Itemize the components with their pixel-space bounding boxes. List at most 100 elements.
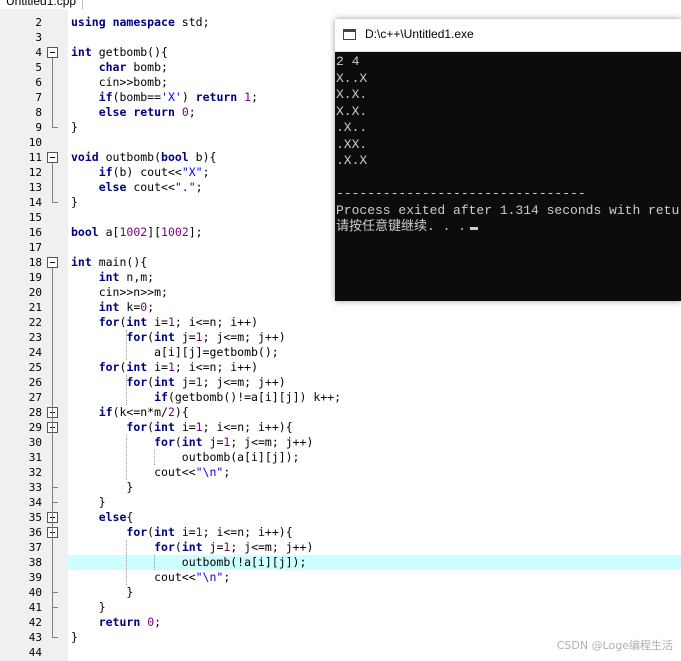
- console-line: X.X.: [336, 87, 368, 102]
- line-number: 20: [28, 286, 42, 299]
- code-text[interactable]: }: [71, 630, 78, 645]
- code-line[interactable]: 23 for(int j=1; j<=m; j++): [0, 330, 681, 345]
- fold-end-cap: [52, 592, 58, 593]
- code-line[interactable]: 30 for(int j=1; j<=m; j++): [0, 435, 681, 450]
- code-line[interactable]: 27 if(getbomb()!=a[i][j]) k++;: [0, 390, 681, 405]
- code-text[interactable]: void outbomb(bool b){: [71, 150, 216, 165]
- code-text[interactable]: char bomb;: [71, 60, 168, 75]
- code-text[interactable]: int getbomb(){: [71, 45, 168, 60]
- indent-guide: [126, 375, 127, 405]
- console-line: X.X.: [336, 103, 368, 119]
- code-line[interactable]: 21 int k=0;: [0, 300, 681, 315]
- code-line[interactable]: 41 }: [0, 600, 681, 615]
- indent-guide: [154, 450, 155, 465]
- watermark: CSDN @Loge编程生活: [556, 639, 673, 652]
- code-line[interactable]: 32 cout<<"\n";: [0, 465, 681, 480]
- line-number: 26: [28, 376, 42, 389]
- code-text[interactable]: else cout<<".";: [71, 180, 203, 195]
- code-line[interactable]: 34 }: [0, 495, 681, 510]
- code-text[interactable]: for(int j=1; j<=m; j++): [71, 540, 313, 555]
- fold-end-cap: [52, 502, 58, 503]
- code-line[interactable]: 33 }: [0, 480, 681, 495]
- code-line[interactable]: 42 return 0;: [0, 615, 681, 630]
- code-line[interactable]: 40 }: [0, 585, 681, 600]
- line-number: 10: [28, 136, 42, 149]
- fold-end-cap: [52, 637, 58, 638]
- code-text[interactable]: for(int j=1; j<=m; j++): [71, 375, 285, 390]
- code-text[interactable]: if(getbomb()!=a[i][j]) k++;: [71, 390, 341, 405]
- code-text[interactable]: bool a[1002][1002];: [71, 225, 203, 240]
- code-line[interactable]: 29 for(int i=1; i<=n; i++){: [0, 420, 681, 435]
- code-line[interactable]: 35 else{: [0, 510, 681, 525]
- line-number: 23: [28, 331, 42, 344]
- line-number: 42: [28, 616, 42, 629]
- code-text[interactable]: int k=0;: [71, 300, 154, 315]
- line-number: 2: [35, 16, 42, 29]
- code-line[interactable]: 39 cout<<"\n";: [0, 570, 681, 585]
- fold-toggle-icon[interactable]: [47, 152, 58, 163]
- indent-guide: [126, 435, 127, 480]
- code-text[interactable]: }: [71, 120, 78, 135]
- console-line: Process exited after 1.314 seconds with …: [336, 202, 681, 218]
- code-text[interactable]: for(int i=1; i<=n; i++): [71, 360, 258, 375]
- line-number: 28: [28, 406, 42, 419]
- console-cursor: [470, 227, 479, 230]
- code-text[interactable]: outbomb(a[i][j]);: [71, 450, 300, 465]
- line-number: 44: [28, 646, 42, 659]
- code-line[interactable]: 24 a[i][j]=getbomb();: [0, 345, 681, 360]
- code-text[interactable]: for(int i=1; i<=n; i++){: [71, 525, 292, 540]
- code-line[interactable]: 22 for(int i=1; i<=n; i++): [0, 315, 681, 330]
- code-text[interactable]: a[i][j]=getbomb();: [71, 345, 279, 360]
- code-text[interactable]: return 0;: [71, 615, 161, 630]
- code-line[interactable]: 36 for(int i=1; i<=n; i++){: [0, 525, 681, 540]
- code-text[interactable]: for(int i=1; i<=n; i++): [71, 315, 258, 330]
- fold-toggle-icon[interactable]: [47, 257, 58, 268]
- code-text[interactable]: int n,m;: [71, 270, 154, 285]
- code-line[interactable]: 26 for(int j=1; j<=m; j++): [0, 375, 681, 390]
- console-titlebar[interactable]: D:\c++\Untitled1.exe: [335, 19, 681, 52]
- code-text[interactable]: int main(){: [71, 255, 147, 270]
- editor-tab-bar: Untitled1.cpp: [0, 0, 681, 9]
- code-text[interactable]: using namespace std;: [71, 15, 210, 30]
- code-text[interactable]: outbomb(!a[i][j]);: [71, 555, 307, 570]
- code-text[interactable]: for(int i=1; i<=n; i++){: [71, 420, 292, 435]
- fold-end-cap: [52, 127, 58, 128]
- code-text[interactable]: }: [71, 585, 133, 600]
- code-line[interactable]: 37 for(int j=1; j<=m; j++): [0, 540, 681, 555]
- console-app-icon: [343, 29, 356, 40]
- code-text[interactable]: if(k<=n*m/2){: [71, 405, 189, 420]
- line-number: 15: [28, 211, 42, 224]
- line-number: 43: [28, 631, 42, 644]
- code-line[interactable]: 31 outbomb(a[i][j]);: [0, 450, 681, 465]
- line-number: 22: [28, 316, 42, 329]
- line-number: 41: [28, 601, 42, 614]
- code-text[interactable]: }: [71, 195, 78, 210]
- code-text[interactable]: for(int j=1; j<=m; j++): [71, 330, 285, 345]
- code-text[interactable]: cin>>n>>m;: [71, 285, 168, 300]
- console-window[interactable]: D:\c++\Untitled1.exe 2 4 X..X X.X. X.X. .X..…: [335, 19, 681, 301]
- line-number: 18: [28, 256, 42, 269]
- console-output[interactable]: 2 4 X..X X.X. X.X. .X.. .XX. .X.X -------------…: [335, 52, 681, 301]
- code-text[interactable]: }: [71, 600, 106, 615]
- code-text[interactable]: cin>>bomb;: [71, 75, 168, 90]
- line-number: 33: [28, 481, 42, 494]
- fold-line: [52, 58, 53, 127]
- code-text[interactable]: }: [71, 480, 133, 495]
- code-text[interactable]: else return 0;: [71, 105, 196, 120]
- code-text[interactable]: if(b) cout<<"X";: [71, 165, 210, 180]
- code-text[interactable]: cout<<"\n";: [71, 570, 230, 585]
- fold-toggle-icon[interactable]: [47, 47, 58, 58]
- line-number: 19: [28, 271, 42, 284]
- code-text[interactable]: cout<<"\n";: [71, 465, 230, 480]
- code-line[interactable]: 25 for(int i=1; i<=n; i++): [0, 360, 681, 375]
- code-text[interactable]: }: [71, 495, 106, 510]
- line-number: 34: [28, 496, 42, 509]
- line-number: 27: [28, 391, 42, 404]
- code-line[interactable]: 38 outbomb(!a[i][j]);: [0, 555, 681, 570]
- code-text[interactable]: else{: [71, 510, 134, 525]
- code-text[interactable]: if(bomb=='X') return 1;: [71, 90, 258, 105]
- console-line: X..X: [336, 70, 368, 86]
- tab-untitled1[interactable]: Untitled1.cpp: [0, 0, 84, 9]
- code-line[interactable]: 28 if(k<=n*m/2){: [0, 405, 681, 420]
- code-text[interactable]: for(int j=1; j<=m; j++): [71, 435, 313, 450]
